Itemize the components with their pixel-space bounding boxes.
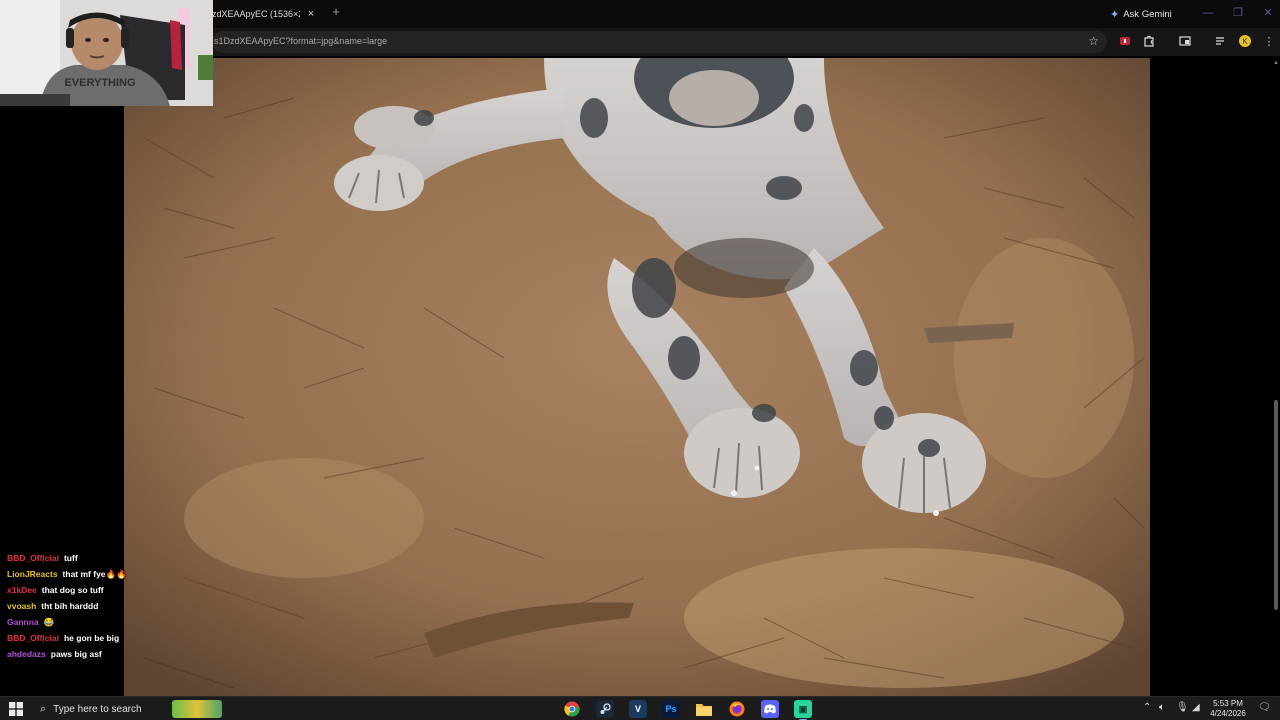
taskbar-search[interactable]: ⌕ Type here to search — [34, 699, 224, 719]
webcam-overlay: EVERYTHING — [0, 0, 213, 106]
file-explorer-icon[interactable] — [695, 700, 713, 718]
minimize-icon[interactable]: — — [1198, 4, 1218, 22]
ask-gemini-button[interactable]: ✦ Ask Gemini — [1110, 4, 1172, 24]
chat-message: vvoash tht bih harddd — [7, 598, 157, 614]
chat-username: Gannna — [7, 617, 39, 627]
clock-date: 4/24/2026 — [1210, 709, 1246, 718]
chat-text: that dog so tuff — [41, 585, 104, 595]
notification-icon[interactable]: 🗨︎ — [1258, 702, 1271, 713]
chat-username: ahdedazs — [7, 649, 46, 659]
profile-icon[interactable]: K — [1238, 34, 1252, 48]
search-placeholder: Type here to search — [53, 703, 142, 715]
chat-username: BBD_Official — [7, 553, 59, 563]
taskbar-clock[interactable]: 5:53 PM 4/24/2026 — [1200, 699, 1256, 719]
svg-text:EVERYTHING: EVERYTHING — [64, 77, 135, 89]
page-scrollbar[interactable]: ▲ — [1272, 60, 1280, 690]
chat-message: BBD_Official tuff — [7, 550, 157, 566]
page-viewport: ▲ — [0, 56, 1280, 696]
windows-start-icon[interactable] — [9, 702, 23, 716]
chat-message: BBD_Official he gon be big — [7, 630, 157, 646]
cast-icon[interactable] — [1178, 34, 1192, 48]
chevron-up-icon[interactable]: ⌃ — [1143, 702, 1151, 713]
clock-time: 5:53 PM — [1213, 699, 1243, 708]
tab-title: zdXEAApyEC (1536×2048) — [212, 9, 300, 19]
dog-photo — [124, 58, 1150, 696]
volume-icon[interactable]: 🔈︎ — [1159, 702, 1165, 713]
search-icon: ⌕ — [40, 702, 47, 715]
network-icon[interactable]: ◢ — [1192, 702, 1200, 713]
chat-message: LionJReacts that mf fye🔥🔥 — [7, 566, 157, 582]
chat-text: tht bih harddd — [41, 601, 99, 611]
close-tab-icon[interactable]: × — [304, 7, 318, 21]
chat-username: LionJReacts — [7, 569, 58, 579]
scroll-thumb[interactable] — [1274, 400, 1278, 610]
new-tab-button[interactable]: + — [329, 5, 343, 19]
ask-gemini-label: Ask Gemini — [1123, 8, 1172, 20]
queue-icon[interactable] — [1214, 34, 1228, 48]
chat-message: ahdedazs paws big asf — [7, 646, 157, 662]
microphone-icon[interactable]: 🎙︎ — [1176, 702, 1189, 713]
restore-icon[interactable]: ❐ — [1228, 4, 1248, 22]
url-text: s1DzdXEAApyEC?format=jpg&name=large — [214, 36, 388, 46]
url-field[interactable]: s1DzdXEAApyEC?format=jpg&name=large ☆ — [212, 31, 1107, 53]
firefox-icon[interactable] — [728, 700, 746, 718]
chat-text: paws big asf — [50, 649, 102, 659]
chat-text: he gon be big — [63, 633, 120, 643]
extension-icon[interactable] — [1118, 34, 1132, 48]
photoshop-icon[interactable]: Ps — [662, 700, 680, 718]
browser-tab[interactable]: zdXEAApyEC (1536×2048) × — [212, 2, 324, 26]
chat-message: x1kDee that dog so tuff — [7, 582, 157, 598]
close-window-icon[interactable]: ✕ — [1258, 4, 1278, 22]
search-highlight-art — [172, 700, 222, 718]
svg-text:K: K — [1242, 37, 1248, 46]
stream-chat: BBD_Official tuff LionJReacts that mf fy… — [7, 550, 157, 662]
terminal-icon[interactable]: ▣ — [794, 700, 812, 720]
chat-username: x1kDee — [7, 585, 37, 595]
chat-username: BBD_Official — [7, 633, 59, 643]
gemini-icon: ✦ — [1110, 8, 1120, 21]
chat-text: tuff — [63, 553, 78, 563]
puzzle-icon[interactable] — [1142, 34, 1156, 48]
vegas-icon[interactable]: V — [629, 700, 647, 718]
chrome-icon[interactable] — [563, 700, 581, 718]
discord-icon[interactable] — [761, 700, 779, 718]
chat-text: 😂 — [43, 616, 55, 627]
steam-icon[interactable] — [596, 700, 614, 718]
kebab-menu-icon[interactable]: ⋮ — [1262, 34, 1276, 48]
chat-text: that mf fye🔥🔥 — [62, 568, 127, 579]
taskbar: ⌕ Type here to search V Ps ▣ ⌃ 🔈︎ 🎙︎ ◢ 5… — [0, 696, 1280, 720]
chat-message: Gannna 😂 — [7, 614, 157, 630]
bookmark-star-icon[interactable]: ☆ — [1088, 34, 1099, 48]
scroll-up-icon[interactable]: ▲ — [1273, 60, 1279, 66]
chat-username: vvoash — [7, 601, 37, 611]
